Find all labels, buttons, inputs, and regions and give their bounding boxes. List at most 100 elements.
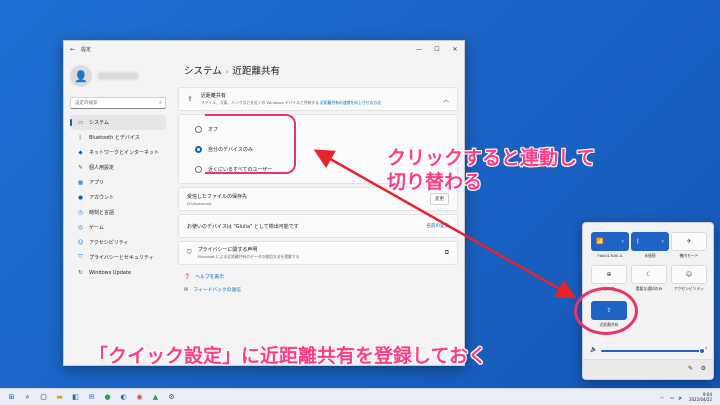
blurred-username [98, 72, 138, 80]
breadcrumb-separator: › [225, 68, 229, 76]
settings-window: ← 設定 — ☐ ✕ 👤 設定の検索 ⌕ ▭ システム ᛒ Bluetooth とデバ… [63, 40, 465, 366]
radio-button[interactable] [195, 165, 202, 173]
sidebar-item-label: ゲーム [89, 225, 104, 231]
bluetooth-icon: ᛒ [78, 134, 83, 141]
monitor-icon: ▭ [77, 119, 84, 126]
window-title: 設定 [81, 46, 92, 53]
gear-icon[interactable]: ⚙ [701, 365, 706, 372]
shield-icon: ⛉ [78, 254, 83, 260]
bluetooth-tile[interactable]: ᛒ › [631, 232, 669, 251]
search-icon: ⌕ [159, 100, 162, 106]
maximize-button[interactable]: ☐ [428, 46, 446, 53]
chrome-icon[interactable]: ◉ [134, 392, 145, 403]
save-folder-title: 受信したファイルの保存先 [187, 193, 248, 200]
shield-icon: ⛉ [187, 249, 192, 256]
nearby-share-title: 近距離共有 [200, 93, 226, 99]
close-button[interactable]: ✕ [446, 46, 464, 53]
title-bar: ← 設定 — ☐ ✕ [64, 41, 464, 57]
chevron-right-icon[interactable]: › [705, 345, 707, 352]
breadcrumb-parent[interactable]: システム [184, 66, 222, 77]
chevron-right-icon: › [621, 238, 624, 245]
volume-slider[interactable] [601, 348, 705, 354]
moon-icon: ☾ [646, 271, 652, 278]
sidebar-item-label: アクセシビリティ [89, 240, 129, 246]
task-view-icon[interactable]: ▢ [38, 392, 49, 403]
change-folder-button[interactable]: 変更 [430, 193, 449, 205]
sidebar-item[interactable]: ▦ アプリ [70, 175, 166, 190]
sidebar-item[interactable]: ◎ ゲーム [70, 220, 166, 235]
app-icon[interactable]: ▲ [150, 392, 161, 403]
apps-icon: ▦ [77, 179, 84, 186]
settings-icon[interactable]: ⚙ [166, 392, 177, 403]
help-link[interactable]: ❓ ヘルプを表示 [184, 273, 458, 281]
privacy-row[interactable]: ⛉ プライバシーに関する声明 Microsoft による近距離共有のデータの使用… [178, 241, 458, 265]
update-icon: ↻ [78, 269, 83, 276]
sidebar-item[interactable]: ✎ 個人用設定 [70, 160, 166, 175]
clock-date: 2022/04/22 [688, 397, 712, 402]
sidebar-item[interactable]: ☺ アクセシビリティ [70, 235, 166, 250]
clock-icon: ◷ [78, 209, 83, 216]
accessibility-icon: ☺ [685, 271, 693, 278]
save-folder-path: D:\Download [187, 200, 212, 206]
radio-button[interactable] [195, 125, 202, 133]
search-placeholder: 設定の検索 [75, 101, 98, 106]
chevron-up-icon[interactable]: ︿ [660, 394, 664, 400]
privacy-title: プライバシーに関する声明 [197, 247, 258, 253]
share-icon: ⇪ [187, 95, 193, 103]
chevron-right-icon: › [661, 238, 664, 245]
help-link-text: ヘルプを表示 [195, 275, 225, 280]
brush-icon: ✎ [78, 164, 83, 171]
speed-help-link[interactable]: 近距離共有の速度を向上させる方法 [320, 100, 381, 105]
sidebar-item-label: 個人用設定 [89, 165, 115, 171]
airplane-tile[interactable]: ✈ [671, 232, 707, 251]
sidebar-item[interactable]: ◷ 時刻と言語 [70, 205, 166, 220]
sidebar-item-label: ネットワークとインターネット [89, 150, 160, 156]
main-content: システム › 近距離共有 ⇪ 近距離共有 ファイル、写真、リンクなどを近くの Win… [178, 57, 458, 365]
annotation-top: クリックすると連動して 切り替わる [387, 146, 595, 194]
accessibility-label: アクセシビリティ [674, 286, 704, 291]
back-arrow-icon[interactable]: ← [70, 46, 75, 53]
start-icon[interactable]: ⊞ [6, 392, 17, 403]
sidebar-item[interactable]: ↻ Windows Update [70, 265, 166, 280]
sidebar-item[interactable]: ▭ システム [70, 115, 166, 130]
sidebar-item-label: Windows Update [89, 269, 132, 276]
sidebar-item-label: Bluetooth とデバイス [89, 135, 140, 141]
mail-icon[interactable]: ✉ [86, 392, 97, 403]
clock[interactable]: 9:04 2022/04/22 [689, 392, 712, 402]
system-tray[interactable]: ︿ ▭ 🔈 9:04 2022/04/22 [660, 392, 720, 402]
sidebar-item-label: システム [89, 120, 109, 126]
battery-saver-tile[interactable]: ⊕ [591, 265, 627, 284]
sidebar: 👤 設定の検索 ⌕ ▭ システム ᛒ Bluetooth とデバイス ◆ ネットワークとイ… [64, 57, 172, 365]
wifi-tile[interactable]: 📶 › [591, 232, 629, 251]
sidebar-item[interactable]: ● アカウント [70, 190, 166, 205]
search-input[interactable]: 設定の検索 ⌕ [70, 97, 166, 109]
edge-icon[interactable]: ◐ [118, 392, 129, 403]
account-icon: ● [78, 194, 83, 201]
radio-button[interactable] [195, 145, 202, 153]
network-icon: ▭ [670, 394, 674, 400]
sidebar-item[interactable]: ᛒ Bluetooth とデバイス [70, 130, 166, 145]
accessibility-tile[interactable]: ☺ [671, 265, 707, 284]
sidebar-item-label: 時刻と言語 [89, 210, 115, 216]
bluetooth-icon: ᛒ [636, 238, 640, 245]
user-profile[interactable]: 👤 [70, 61, 166, 91]
annotation-top-text: クリックすると連動して 切り替わる [387, 147, 596, 193]
edit-icon[interactable]: ✎ [688, 365, 693, 372]
store-icon[interactable]: ◧ [70, 392, 81, 403]
sidebar-item[interactable]: ◆ ネットワークとインターネット [70, 145, 166, 160]
quick-settings-footer: ✎ ⚙ [583, 359, 713, 379]
battery-saver-icon: ⊕ [606, 271, 612, 278]
focus-assist-label: 重要な通知のみ [635, 286, 663, 291]
search-icon[interactable]: ⌕ [22, 392, 33, 403]
minimize-button[interactable]: — [410, 46, 428, 53]
rename-link[interactable]: 名前の変更 [427, 223, 450, 229]
speaker-icon: 🔈 [590, 346, 598, 353]
spotify-icon[interactable]: ● [102, 392, 113, 403]
sidebar-item[interactable]: ⛉ プライバシーとセキュリティ [70, 250, 166, 265]
focus-assist-tile[interactable]: ☾ [631, 265, 667, 284]
chevron-up-icon[interactable]: ︿ [443, 95, 449, 104]
feedback-link[interactable]: ✉ フィードバックの送信 [184, 286, 458, 294]
nearby-share-header[interactable]: ⇪ 近距離共有 ファイル、写真、リンクなどを近くの Windows デバイスと共… [178, 87, 458, 111]
folder-icon[interactable]: ▬ [54, 392, 65, 403]
wifi-icon: 📶 [596, 238, 604, 245]
